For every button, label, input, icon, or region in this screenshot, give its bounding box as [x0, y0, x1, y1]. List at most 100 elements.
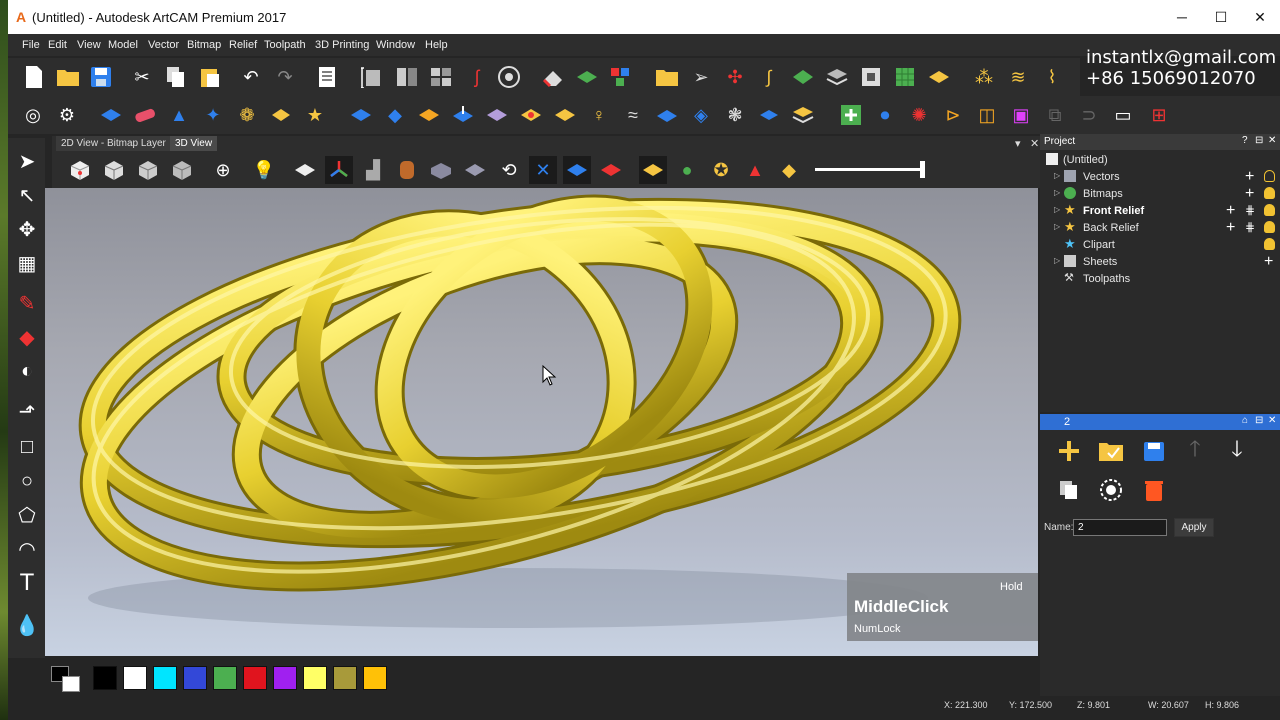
tree-sheets[interactable]: ▷ Sheets + [1040, 253, 1280, 271]
top-view-icon[interactable] [168, 156, 196, 184]
swatch-blue[interactable] [183, 666, 207, 690]
green-blob-icon[interactable]: ● [673, 156, 701, 184]
curve-tool-icon[interactable]: ∫ [755, 63, 783, 91]
swatch-cyan[interactable] [153, 666, 177, 690]
cut-icon[interactable]: ✂ [128, 63, 156, 91]
relief-grid-icon[interactable]: ⋕ [1245, 203, 1255, 217]
folder-star-icon[interactable]: ★ [301, 101, 329, 129]
small-diamond-icon[interactable] [755, 101, 783, 129]
star-zoom-icon[interactable]: ✪ [707, 156, 735, 184]
yellow-lens-icon[interactable] [517, 101, 545, 129]
expand-arrow-icon[interactable]: ▷ [1054, 188, 1060, 197]
color-blocks-icon[interactable] [606, 63, 634, 91]
visibility-bulb-icon[interactable] [1264, 204, 1275, 216]
menu-file[interactable]: File [22, 39, 40, 51]
rounded-rect-icon[interactable]: ▭ [1109, 101, 1137, 129]
eraser-icon[interactable] [539, 63, 567, 91]
open-layer-icon[interactable] [1096, 436, 1126, 466]
tree-vectors[interactable]: ▷ Vectors + [1040, 168, 1280, 186]
apply-button[interactable]: Apply [1174, 518, 1214, 537]
notes-icon[interactable] [313, 63, 341, 91]
swatch-white[interactable] [123, 666, 147, 690]
select-square-icon[interactable]: ▣ [1007, 101, 1035, 129]
node-edit-icon[interactable]: ↖ [14, 182, 40, 208]
swatch-amber[interactable] [363, 666, 387, 690]
layers-icon[interactable] [789, 101, 817, 129]
polygon-tool-icon[interactable]: ⬠ [14, 502, 40, 528]
side-view-icon[interactable] [134, 156, 162, 184]
shape-editor-icon[interactable] [495, 63, 523, 91]
blue-plane-icon[interactable] [97, 101, 125, 129]
swatch-black[interactable] [93, 666, 117, 690]
close-button[interactable]: ✕ [1237, 7, 1280, 29]
raise-plane-icon[interactable] [449, 101, 477, 129]
swatch-purple[interactable] [273, 666, 297, 690]
blue-diamond-icon[interactable] [347, 101, 375, 129]
axis-icon[interactable] [325, 156, 353, 184]
3d-viewport[interactable]: Hold MiddleClick NumLock [45, 188, 1038, 656]
copy-layer-icon[interactable] [1054, 475, 1084, 505]
menu-view[interactable]: View [77, 39, 101, 51]
gear-relief-icon[interactable]: ⚙ [53, 101, 81, 129]
blue-dome-icon[interactable]: ▲ [165, 101, 193, 129]
green-relief-icon[interactable] [573, 63, 601, 91]
new-file-icon[interactable] [20, 63, 48, 91]
yellow-plate-selected-icon[interactable] [639, 156, 667, 184]
text-tool-icon[interactable]: T [14, 569, 40, 596]
visibility-bulb-icon[interactable] [1264, 238, 1275, 250]
slider-thumb[interactable] [920, 161, 925, 178]
red-gear-icon[interactable]: ✺ [905, 101, 933, 129]
menu-edit[interactable]: Edit [48, 39, 67, 51]
copy-icon[interactable] [162, 63, 190, 91]
tile-view-icon[interactable] [427, 63, 455, 91]
expand-arrow-icon[interactable]: ▷ [1054, 256, 1060, 265]
menu-model[interactable]: Model [108, 39, 138, 51]
bitmap-select-icon[interactable]: ◐ [14, 358, 40, 384]
save-layer-icon[interactable] [1139, 436, 1169, 466]
swatch-olive[interactable] [333, 666, 357, 690]
crop-icon[interactable]: ⊞ [1145, 101, 1173, 129]
add-relief-icon[interactable]: + [1226, 202, 1235, 220]
polyline-icon[interactable]: ⌇ [1038, 63, 1066, 91]
project-pin-icon[interactable]: ⊟ [1255, 135, 1263, 146]
swatch-red[interactable] [243, 666, 267, 690]
send-vector-icon[interactable]: ➢ [687, 63, 715, 91]
open-folder-icon[interactable] [54, 63, 82, 91]
ribbed-plate-icon[interactable] [415, 101, 443, 129]
add-sheet-icon[interactable]: + [1264, 253, 1273, 271]
yellow-cube-icon[interactable] [267, 101, 295, 129]
overlap-icon[interactable]: ⧉ [1041, 101, 1069, 129]
layer-name-input[interactable] [1073, 519, 1167, 536]
transform-icon[interactable]: ✥ [14, 216, 40, 242]
layer-settings-icon[interactable] [1096, 475, 1126, 505]
mirror-icon[interactable]: ◫ [973, 101, 1001, 129]
grey-step-icon[interactable] [461, 156, 489, 184]
paste-icon[interactable] [196, 63, 224, 91]
tree-back-relief[interactable]: ▷ ★ Back Relief + ⋕ [1040, 219, 1280, 237]
extend-icon[interactable]: ⊳ [939, 101, 967, 129]
fill-bucket-icon[interactable]: ◆ [14, 324, 40, 350]
select-arrow-icon[interactable]: ➤ [14, 148, 40, 174]
save-icon[interactable] [87, 63, 115, 91]
circle-tool-icon[interactable]: ○ [14, 468, 40, 494]
bulb-small-icon[interactable]: ♀ [585, 101, 613, 129]
expand-arrow-icon[interactable]: ▷ [1054, 171, 1060, 180]
job-dimensions-icon[interactable] [357, 63, 385, 91]
red-pill-icon[interactable] [131, 101, 159, 129]
brightness-slider[interactable] [815, 161, 925, 178]
green-shape-icon[interactable] [789, 63, 817, 91]
tree-bitmaps[interactable]: ▷ Bitmaps + [1040, 185, 1280, 203]
smooth-icon[interactable]: ≈ [619, 101, 647, 129]
menu-vector[interactable]: Vector [148, 39, 179, 51]
tree-root[interactable]: (Untitled) [1040, 152, 1280, 169]
tab-close-icon[interactable]: ✕ [1030, 137, 1039, 150]
layer-stack-icon[interactable] [823, 63, 851, 91]
add-bitmap-icon[interactable]: + [1245, 185, 1254, 203]
visibility-bulb-icon[interactable] [1264, 187, 1275, 199]
menu-relief[interactable]: Relief [229, 39, 257, 51]
menu-bitmap[interactable]: Bitmap [187, 39, 221, 51]
menu-3d-printing[interactable]: 3D Printing [315, 39, 369, 51]
relief-grid-icon[interactable]: ⋕ [1245, 220, 1255, 234]
zoom-icon[interactable]: ⊕ [209, 156, 237, 184]
tilt-icon[interactable]: ◈ [687, 101, 715, 129]
